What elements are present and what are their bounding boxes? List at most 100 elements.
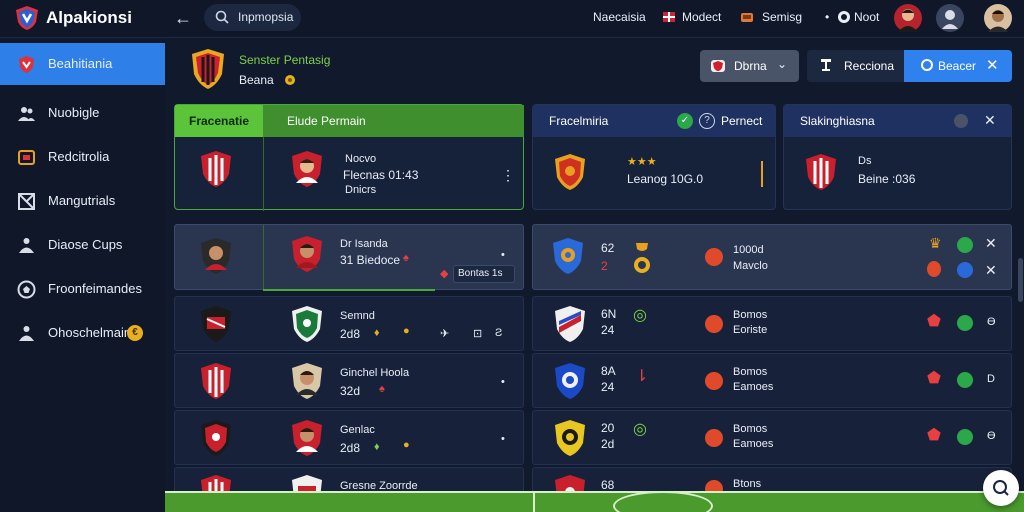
divider bbox=[263, 225, 264, 291]
trophy-icon: ● bbox=[403, 325, 410, 337]
add-icon[interactable] bbox=[957, 315, 973, 331]
manager-icon bbox=[19, 326, 34, 341]
user-avatar[interactable] bbox=[984, 4, 1012, 32]
club-crest-icon bbox=[201, 151, 231, 187]
trophy-icon: ● bbox=[403, 439, 410, 451]
primary-button-label: Beacer bbox=[938, 59, 977, 73]
sidebar-item-5[interactable]: Diaose Cups bbox=[0, 224, 165, 266]
player-avatar bbox=[292, 420, 322, 456]
arrow-icon: ⇂ bbox=[635, 368, 649, 385]
club-crest-icon bbox=[555, 154, 585, 190]
close-icon[interactable]: ✕ bbox=[985, 235, 997, 252]
sidebar-item-7[interactable]: Ohoschelmaim € bbox=[0, 312, 165, 354]
pitch-strip bbox=[165, 491, 1024, 512]
tab-lineup[interactable]: Fracenatie bbox=[175, 105, 263, 137]
more-icon[interactable]: ⋮ bbox=[501, 167, 515, 184]
club-crest-icon bbox=[555, 306, 585, 342]
info-line1: Bomos bbox=[733, 309, 768, 321]
panel-action[interactable]: Pernect bbox=[721, 114, 762, 128]
coin-icon: € bbox=[127, 325, 143, 341]
sidebar-item-1[interactable]: Beahitiania bbox=[0, 43, 165, 85]
tab-label: Fracenatie bbox=[189, 114, 250, 128]
table-row[interactable]: Semnd 2d8 ♦ ● ✈ ⊡ Ƨ bbox=[174, 296, 524, 351]
row-line2: 31 Biedoce bbox=[340, 253, 401, 267]
club-icon bbox=[711, 60, 725, 72]
medal-icon: ♦ bbox=[374, 327, 380, 339]
table-row[interactable]: 62 2 1000d Mavclo ♛ ✕ ✕ bbox=[532, 224, 1012, 290]
row-line2: 2d8 bbox=[340, 327, 361, 341]
add-icon[interactable] bbox=[957, 429, 973, 445]
table-row[interactable]: 6N 24 ◎ Bomos Eoriste ⬟ Ɵ bbox=[532, 296, 1012, 351]
stat-b: 24 bbox=[601, 380, 615, 394]
close-icon[interactable]: ✕ bbox=[984, 112, 996, 129]
chat-fab-button[interactable] bbox=[983, 470, 1019, 506]
scrollbar[interactable] bbox=[1018, 258, 1023, 302]
sidebar-item-3[interactable]: Redcitrolia bbox=[0, 136, 165, 178]
crest-mini-icon: ♠ bbox=[403, 252, 409, 264]
secondary-button-label: Recciona bbox=[844, 59, 895, 73]
profile-icon[interactable] bbox=[936, 4, 964, 32]
player-line3: Dnicrs bbox=[345, 184, 377, 196]
club-crest-icon bbox=[201, 420, 231, 456]
medal-icon: ◎ bbox=[633, 307, 647, 324]
tab-team[interactable]: Elude Permain bbox=[263, 105, 524, 137]
player-line1: Nocvo bbox=[345, 153, 377, 165]
sidebar-item-2[interactable]: Nuobigle bbox=[0, 92, 165, 134]
close-icon[interactable]: ✕ bbox=[986, 56, 999, 74]
secondary-button[interactable]: Recciona bbox=[807, 50, 904, 82]
club-crest-icon bbox=[555, 363, 585, 399]
trophy-icon bbox=[18, 150, 35, 165]
info-icon: ? bbox=[699, 113, 715, 129]
crest-mini-icon: ♠ bbox=[379, 383, 385, 395]
stat-label: Ɵ bbox=[987, 316, 996, 328]
back-arrow-icon[interactable]: ← bbox=[172, 8, 194, 30]
sidebar-item-6[interactable]: Froonfeimandes bbox=[0, 268, 165, 310]
nav-link-1[interactable]: Naecaisia bbox=[593, 10, 646, 24]
tooltip: Bontas 1s bbox=[453, 265, 515, 283]
stat-label: Ɵ bbox=[987, 430, 996, 442]
info-line2: Eoriste bbox=[733, 324, 768, 336]
medal-icon: ◎ bbox=[633, 421, 647, 438]
avatar-icon[interactable] bbox=[894, 4, 922, 32]
sidebar-item-4[interactable]: Mangutrials bbox=[0, 180, 165, 222]
player-avatar bbox=[292, 151, 322, 187]
row-line1: Semnd bbox=[340, 310, 375, 322]
table-row[interactable]: 20 2d ◎ Bomos Eamoes ⬟ Ɵ bbox=[532, 410, 1012, 465]
app-title: Alpakionsi bbox=[46, 8, 132, 27]
clock-icon bbox=[838, 11, 850, 23]
flag-icon bbox=[663, 12, 675, 22]
stat-b: 2 bbox=[601, 259, 608, 273]
nav-link-4[interactable]: Noot bbox=[854, 10, 879, 24]
info-line1: Bomos bbox=[733, 366, 768, 378]
table-row[interactable]: Genlac 2d8 ♦ ● • bbox=[174, 410, 524, 465]
search-input[interactable]: Inpmopsia bbox=[204, 4, 301, 31]
panel-title: Fracelmiria bbox=[549, 114, 609, 128]
blue-dot bbox=[957, 262, 973, 278]
pitch-circle bbox=[613, 491, 713, 512]
flag-mini-icon: ◆ bbox=[440, 268, 449, 280]
nav-link-3[interactable]: Semisg bbox=[762, 10, 802, 24]
filter-dropdown[interactable]: Dbrna ⌄ bbox=[700, 50, 799, 82]
stat-a: 20 bbox=[601, 421, 615, 435]
table-row[interactable]: Ginchel Hoola 32d ♠ • bbox=[174, 353, 524, 408]
chevron-down-icon: ⌄ bbox=[777, 57, 788, 71]
add-icon[interactable] bbox=[957, 372, 973, 388]
close-icon[interactable]: ✕ bbox=[985, 262, 997, 279]
table-row[interactable]: 8A 24 ⇂ Bomos Eamoes ⬟ D bbox=[532, 353, 1012, 408]
panel-header: Slakinghiasna ✕ bbox=[784, 105, 1011, 137]
club-mini-icon: ⬟ bbox=[927, 370, 941, 387]
settings-icon[interactable] bbox=[954, 114, 968, 128]
info-line2: Eamoes bbox=[733, 381, 774, 393]
sidebar-item-label: Nuobigle bbox=[48, 105, 100, 120]
chat-fab-icon bbox=[993, 480, 1009, 496]
info-line2: Eamoes bbox=[733, 438, 774, 450]
nav-link-2[interactable]: Modect bbox=[682, 10, 721, 24]
sidebar-item-label: Diaose Cups bbox=[48, 237, 123, 252]
club-name: Senster Pentasig bbox=[239, 53, 331, 67]
search-icon bbox=[215, 10, 229, 24]
club-mini-icon: ⬟ bbox=[927, 313, 941, 330]
selection-underline bbox=[263, 289, 435, 291]
lock-icon: ⊡ bbox=[473, 328, 483, 340]
primary-button[interactable]: Beacer ✕ bbox=[904, 50, 1012, 82]
table-row[interactable]: Dr Isanda 31 Biedoce ♠ • ◆ Bontas 1s bbox=[174, 224, 524, 291]
